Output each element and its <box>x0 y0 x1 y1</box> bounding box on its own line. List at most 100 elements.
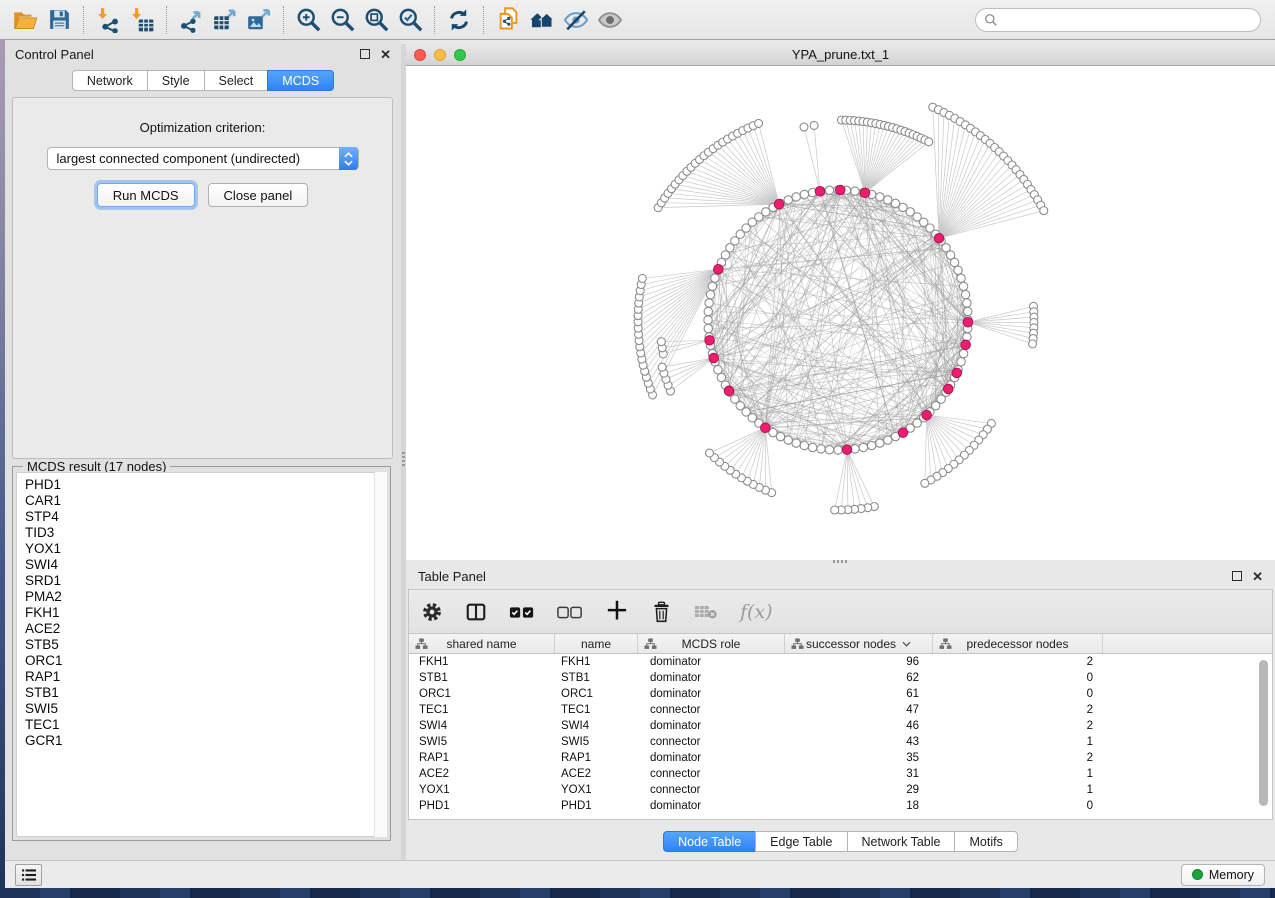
table-cell: FKH1 <box>555 656 638 668</box>
mcds-result-item[interactable]: GCR1 <box>25 733 386 749</box>
add-column-button[interactable]: ＋ <box>605 597 629 627</box>
table-row[interactable]: STB1STB1dominator620 <box>409 670 1272 686</box>
main-toolbar <box>0 0 1275 40</box>
export-table-icon <box>212 7 238 33</box>
list-icon <box>21 868 37 882</box>
mcds-result-item[interactable]: TEC1 <box>25 717 386 733</box>
table-row[interactable]: ACE2ACE2connector311 <box>409 766 1272 782</box>
mcds-result-item[interactable]: RAP1 <box>25 669 386 685</box>
deselect-all-columns-button[interactable] <box>557 597 583 627</box>
copy-style-button[interactable] <box>491 4 525 36</box>
mcds-result-item[interactable]: PHD1 <box>25 477 386 493</box>
copy-style-icon <box>495 6 522 33</box>
tab-network[interactable]: Network <box>72 70 148 91</box>
mcds-result-item[interactable]: PMA2 <box>25 589 386 605</box>
tab-select[interactable]: Select <box>204 70 269 91</box>
close-panel-icon[interactable]: ✕ <box>1252 570 1263 583</box>
column-header-successor-nodes[interactable]: successor nodes <box>785 634 933 653</box>
mcds-result-item[interactable]: STB5 <box>25 637 386 653</box>
table-row[interactable]: SWI5SWI5connector431 <box>409 734 1272 750</box>
mcds-result-item[interactable]: SWI4 <box>25 557 386 573</box>
mcds-result-list[interactable]: PHD1CAR1STP4TID3YOX1SWI4SRD1PMA2FKH1ACE2… <box>16 472 387 837</box>
table-cell: YOX1 <box>409 784 555 796</box>
zoom-fit-button[interactable] <box>359 4 393 36</box>
column-header-mcds-role[interactable]: MCDS role <box>638 634 785 653</box>
mcds-result-item[interactable]: TID3 <box>25 525 386 541</box>
delete-columns-button[interactable] <box>651 597 672 627</box>
zoom-out-button[interactable] <box>325 4 359 36</box>
mcds-result-item[interactable]: YOX1 <box>25 541 386 557</box>
memory-label: Memory <box>1209 868 1254 882</box>
save-session-button[interactable] <box>42 4 76 36</box>
task-history-button[interactable] <box>15 864 42 886</box>
column-settings-button[interactable] <box>421 597 443 627</box>
import-table-button[interactable] <box>125 4 159 36</box>
node-table-header: shared name name MCDS role successor nod… <box>409 634 1272 654</box>
import-network-button[interactable] <box>91 4 125 36</box>
refresh-view-button[interactable] <box>442 4 476 36</box>
mcds-result-item[interactable]: CAR1 <box>25 493 386 509</box>
table-row[interactable]: RAP1RAP1dominator352 <box>409 750 1272 766</box>
table-scrollbar-thumb[interactable] <box>1259 660 1268 806</box>
node-table: shared name name MCDS role successor nod… <box>408 633 1273 820</box>
float-panel-icon[interactable] <box>360 49 370 59</box>
mcds-result-item[interactable]: STB1 <box>25 685 386 701</box>
mcds-result-item[interactable]: ORC1 <box>25 653 386 669</box>
float-panel-icon[interactable] <box>1232 571 1242 581</box>
column-label: successor nodes <box>806 637 896 651</box>
table-cell: dominator <box>638 720 785 732</box>
tab-network-table[interactable]: Network Table <box>847 831 956 852</box>
search-input[interactable] <box>1003 13 1252 27</box>
run-mcds-button[interactable]: Run MCDS <box>97 183 195 207</box>
criterion-dropdown[interactable]: largest connected component (undirected) <box>47 147 359 170</box>
table-row[interactable]: YOX1YOX1connector291 <box>409 782 1272 798</box>
tab-motifs[interactable]: Motifs <box>954 831 1017 852</box>
table-toolbar: ＋ f(x) <box>408 589 1273 633</box>
mcds-result-box: MCDS result (17 nodes) PHD1CAR1STP4TID3Y… <box>12 466 391 841</box>
column-header-predecessor-nodes[interactable]: predecessor nodes <box>933 634 1103 653</box>
network-window-titlebar[interactable]: YPA_prune.txt_1 <box>406 44 1275 66</box>
mcds-result-item[interactable]: SRD1 <box>25 573 386 589</box>
mcds-result-item[interactable]: ACE2 <box>25 621 386 637</box>
table-row[interactable]: PHD1PHD1dominator180 <box>409 798 1272 814</box>
table-row[interactable]: FKH1FKH1dominator962 <box>409 654 1272 670</box>
table-cell: SWI5 <box>555 736 638 748</box>
tab-mcds[interactable]: MCDS <box>267 70 334 91</box>
table-cell: 2 <box>933 720 1103 732</box>
tab-edge-table[interactable]: Edge Table <box>755 831 847 852</box>
select-all-columns-button[interactable] <box>509 597 535 627</box>
zoom-in-button[interactable] <box>291 4 325 36</box>
first-neighbors-button[interactable] <box>525 4 559 36</box>
mcds-result-item[interactable]: STP4 <box>25 509 386 525</box>
split-panel-button[interactable] <box>465 597 487 627</box>
memory-button[interactable]: Memory <box>1181 864 1265 886</box>
table-cell: 35 <box>785 752 933 764</box>
close-panel-icon[interactable]: ✕ <box>380 48 391 61</box>
zoom-selected-button[interactable] <box>393 4 427 36</box>
zoom-out-icon <box>329 6 356 33</box>
column-label: MCDS role <box>682 637 741 651</box>
tab-node-table[interactable]: Node Table <box>663 831 756 852</box>
mcds-result-item[interactable]: SWI5 <box>25 701 386 717</box>
table-row[interactable]: ORC1ORC1dominator610 <box>409 686 1272 702</box>
show-all-button[interactable] <box>593 4 627 36</box>
toolbar-separator <box>83 6 84 34</box>
mcds-result-item[interactable]: FKH1 <box>25 605 386 621</box>
export-table-button[interactable] <box>208 4 242 36</box>
export-network-button[interactable] <box>174 4 208 36</box>
mcds-panel: Optimization criterion: largest connecte… <box>12 97 393 459</box>
toolbar-separator <box>166 6 167 34</box>
mcds-result-scrollbar[interactable] <box>374 472 387 837</box>
tab-style[interactable]: Style <box>147 70 205 91</box>
open-file-button[interactable] <box>8 4 42 36</box>
column-header-name[interactable]: name <box>555 634 638 653</box>
export-image-button[interactable] <box>242 4 276 36</box>
network-canvas[interactable] <box>406 66 1275 560</box>
hide-selected-button[interactable] <box>559 4 593 36</box>
table-cell: 43 <box>785 736 933 748</box>
table-row[interactable]: TEC1TEC1connector472 <box>409 702 1272 718</box>
attribute-tree-icon <box>415 638 428 650</box>
column-header-shared-name[interactable]: shared name <box>409 634 555 653</box>
close-panel-button[interactable]: Close panel <box>208 183 309 207</box>
table-row[interactable]: SWI4SWI4dominator462 <box>409 718 1272 734</box>
